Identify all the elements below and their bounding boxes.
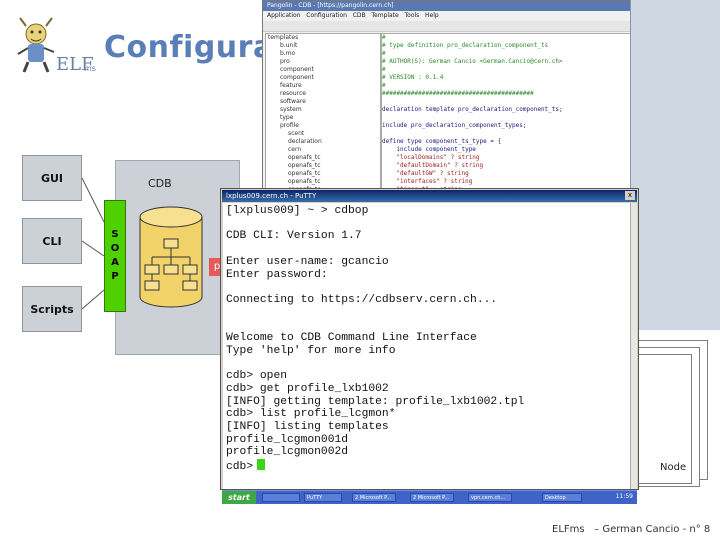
terminal-line: cdb> get profile_lxb1002 [226, 383, 389, 396]
node-label: Node [660, 462, 687, 473]
terminal-line-text: profile_lcgmon002d [226, 446, 349, 459]
terminal-line-text: CDB CLI: Version 1.7 [226, 230, 362, 243]
terminal-line: Type 'help' for more info [226, 345, 395, 358]
taskbar-clock: 11:59 [615, 493, 633, 500]
taskbar-item-powerpoint-1[interactable]: 2 Microsoft P... [352, 493, 396, 502]
terminal-line-text: [INFO] listing templates [226, 420, 389, 433]
terminal-line-text: [lxplus009] ~ > cdbop [226, 205, 369, 217]
terminal-line: cdb> open [226, 370, 287, 383]
terminal-line: CDB CLI: Version 1.7 [226, 230, 362, 243]
terminal-line: cdb> list profile_lcgmon* [226, 408, 395, 421]
terminal-line: Enter user-name: gcancio [226, 256, 389, 269]
soap-letter-s: S [111, 229, 119, 240]
terminal-line: Welcome to CDB Command Line Interface [226, 332, 477, 345]
taskbar-item-1[interactable] [262, 493, 300, 502]
database-cylinder-icon [139, 206, 203, 308]
terminal-line-text: Type 'help' for more info [226, 344, 396, 357]
footer-left: ELFms [552, 524, 585, 535]
taskbar-item-powerpoint-2[interactable]: 2 Microsoft P... [410, 493, 454, 502]
terminal-line-text: Welcome to CDB Command Line Interface [226, 332, 477, 344]
close-icon[interactable]: x [625, 191, 635, 200]
start-button[interactable]: start [222, 491, 256, 504]
taskbar-item-vpn[interactable]: vpn.cern.ch... [468, 493, 512, 502]
terminal-line: cdb> [226, 459, 266, 473]
terminal-line-text: cdb> [226, 461, 254, 473]
soap-letter-p: P [111, 271, 119, 282]
slide-footer: ELFms – German Cancio - n° 8 [552, 524, 710, 535]
terminal-line-text: Enter user-name: gcancio [226, 255, 389, 268]
soap-letter-a: A [111, 257, 119, 268]
terminal-cursor [257, 459, 266, 470]
putty-title-text: lxplus009.cern.ch - PuTTY [226, 192, 317, 200]
putty-terminal-window[interactable]: lxplus009.cern.ch - PuTTY x [lxplus009] … [220, 188, 639, 490]
taskbar-item-desktop[interactable]: Desktop [542, 493, 582, 502]
terminal-line: profile_lcgmon002d [226, 446, 348, 459]
taskbar-item-putty[interactable]: PuTTY [304, 493, 342, 502]
windows-taskbar: start PuTTY 2 Microsoft P... 2 Microsoft… [222, 490, 637, 504]
terminal-scrollbar[interactable] [630, 203, 637, 489]
terminal-line: [INFO] listing templates [226, 421, 389, 434]
soap-letter-o: O [110, 243, 120, 254]
footer-right: – German Cancio - n° 8 [594, 524, 711, 535]
terminal-line: [lxplus009] ~ > cdbop [226, 205, 368, 218]
terminal-line-text: profile_lcgmon001d [226, 433, 349, 446]
terminal-line-text: Enter password: [226, 268, 328, 281]
terminal-line-text: [INFO] getting template: profile_lxb1002… [226, 395, 525, 408]
terminal-line: profile_lcgmon001d [226, 434, 348, 447]
terminal-line: [INFO] getting template: profile_lxb1002… [226, 396, 524, 409]
terminal-line-text: cdb> list profile_lcgmon* [226, 408, 396, 421]
terminal-line-text: cdb> open [226, 370, 288, 383]
terminal-line: Connecting to https://cdbserv.cern.ch... [226, 294, 497, 307]
terminal-screen[interactable]: [lxplus009] ~ > cdbop CDB CLI: Version 1.… [223, 203, 633, 489]
soap-interface-bar: S O A P [104, 200, 126, 312]
terminal-line-text: cdb> get profile_lxb1002 [226, 382, 389, 395]
putty-title-bar[interactable]: lxplus009.cern.ch - PuTTY x [222, 190, 637, 202]
terminal-line-text: Connecting to https://cdbserv.cern.ch... [226, 293, 498, 306]
terminal-line: Enter password: [226, 269, 328, 282]
